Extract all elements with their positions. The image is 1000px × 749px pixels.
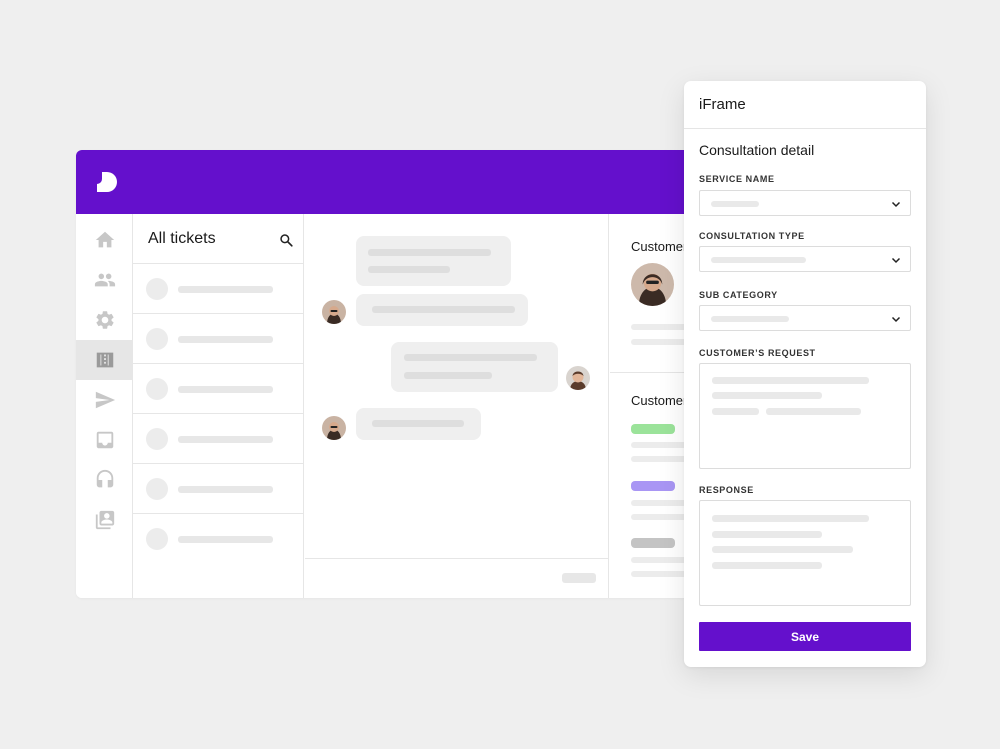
- select-value-placeholder: [711, 201, 759, 207]
- message-line: [372, 306, 515, 313]
- message-bubble-agent: [391, 342, 558, 392]
- person-avatar-icon: [322, 300, 346, 324]
- service-name-select[interactable]: [699, 190, 911, 216]
- message-bubble: [356, 294, 528, 326]
- ticket-avatar-placeholder: [146, 328, 168, 350]
- chevron-down-icon: [891, 316, 901, 323]
- nav-send[interactable]: [76, 380, 133, 420]
- ticket-text-placeholder: [178, 486, 273, 493]
- message-line: [372, 420, 464, 427]
- ticket-row[interactable]: [133, 314, 303, 364]
- ticket-row[interactable]: [133, 364, 303, 414]
- message-bubble: [356, 236, 511, 286]
- text-line-placeholder: [712, 546, 853, 553]
- chevron-down-icon: [891, 257, 901, 264]
- ticket-list-pane: All tickets: [133, 214, 304, 598]
- ticket-avatar-placeholder: [146, 478, 168, 500]
- ticket-row[interactable]: [133, 264, 303, 314]
- text-line-placeholder: [712, 392, 822, 399]
- message-line: [368, 266, 450, 273]
- nav-users[interactable]: [76, 260, 133, 300]
- ticket-avatar-placeholder: [146, 428, 168, 450]
- home-icon: [95, 231, 114, 248]
- nav-settings[interactable]: [76, 300, 133, 340]
- text-line-placeholder: [766, 408, 861, 415]
- consultation-type-select[interactable]: [699, 246, 911, 272]
- nav-tickets[interactable]: [76, 340, 133, 380]
- text-line-placeholder: [712, 531, 822, 538]
- send-button-placeholder[interactable]: [562, 573, 596, 583]
- text-line-placeholder: [712, 515, 869, 522]
- text-line-placeholder: [712, 562, 822, 569]
- message-line: [368, 249, 491, 256]
- top-bar: [76, 150, 776, 214]
- ticket-text-placeholder: [178, 336, 273, 343]
- tag-green: [631, 424, 675, 434]
- select-value-placeholder: [711, 316, 789, 322]
- person-avatar-icon: [322, 416, 346, 440]
- sub-category-select[interactable]: [699, 305, 911, 331]
- brand-logo-icon[interactable]: [96, 171, 118, 193]
- ticket-icon: [96, 352, 113, 368]
- consultation-type-label: CONSULTATION TYPE: [699, 231, 805, 241]
- response-label: RESPONSE: [699, 485, 754, 495]
- gear-icon: [95, 311, 114, 329]
- nav-contacts[interactable]: [76, 500, 133, 540]
- response-textarea[interactable]: [699, 500, 911, 606]
- message-line: [404, 372, 492, 379]
- nav-rail: [76, 214, 133, 598]
- customer-section-title-2: Customer: [631, 393, 688, 408]
- customer-avatar: [322, 416, 346, 440]
- reply-composer[interactable]: [305, 558, 608, 598]
- message-line: [404, 354, 537, 361]
- chevron-down-icon: [891, 201, 901, 208]
- service-name-label: SERVICE NAME: [699, 174, 775, 184]
- users-icon: [94, 273, 115, 287]
- sub-category-label: SUB CATEGORY: [699, 290, 778, 300]
- agent-avatar: [566, 366, 590, 390]
- conversation-pane: [305, 214, 609, 598]
- ticket-avatar-placeholder: [146, 278, 168, 300]
- message-bubble: [356, 408, 481, 440]
- nav-inbox[interactable]: [76, 420, 133, 460]
- iframe-panel: iFrame Consultation detail SERVICE NAME …: [684, 81, 926, 667]
- tag-gray: [631, 538, 675, 548]
- person-avatar-icon: [566, 366, 590, 390]
- ticket-row[interactable]: [133, 414, 303, 464]
- ticket-text-placeholder: [178, 286, 273, 293]
- nav-support[interactable]: [76, 460, 133, 500]
- text-line-placeholder: [712, 377, 869, 384]
- iframe-panel-title: iFrame: [699, 96, 746, 113]
- select-value-placeholder: [711, 257, 806, 263]
- ticket-avatar-placeholder: [146, 528, 168, 550]
- inbox-icon: [96, 431, 113, 449]
- send-icon: [95, 391, 115, 409]
- ticket-list-title: All tickets: [148, 230, 216, 247]
- contacts-icon: [95, 510, 114, 530]
- search-icon[interactable]: [279, 233, 293, 247]
- desk-app-window: All tickets Customer Customer: [76, 150, 776, 598]
- ticket-text-placeholder: [178, 536, 273, 543]
- ticket-list-header: All tickets: [133, 214, 303, 264]
- ticket-row[interactable]: [133, 464, 303, 514]
- ticket-avatar-placeholder: [146, 378, 168, 400]
- tag-purple: [631, 481, 675, 491]
- ticket-text-placeholder: [178, 436, 273, 443]
- ticket-text-placeholder: [178, 386, 273, 393]
- text-line-placeholder: [712, 408, 759, 415]
- customer-section-title: Customer: [631, 239, 688, 254]
- customers-request-label: CUSTOMER’S REQUEST: [699, 348, 816, 358]
- iframe-panel-header: iFrame: [684, 81, 926, 129]
- consultation-detail-heading: Consultation detail: [699, 142, 815, 158]
- headset-icon: [96, 469, 113, 488]
- customers-request-textarea[interactable]: [699, 363, 911, 469]
- customer-avatar: [322, 300, 346, 324]
- nav-home[interactable]: [76, 220, 133, 260]
- customer-profile-avatar: [631, 263, 674, 306]
- person-avatar-icon: [631, 263, 674, 306]
- save-button[interactable]: Save: [699, 622, 911, 651]
- ticket-row[interactable]: [133, 514, 303, 564]
